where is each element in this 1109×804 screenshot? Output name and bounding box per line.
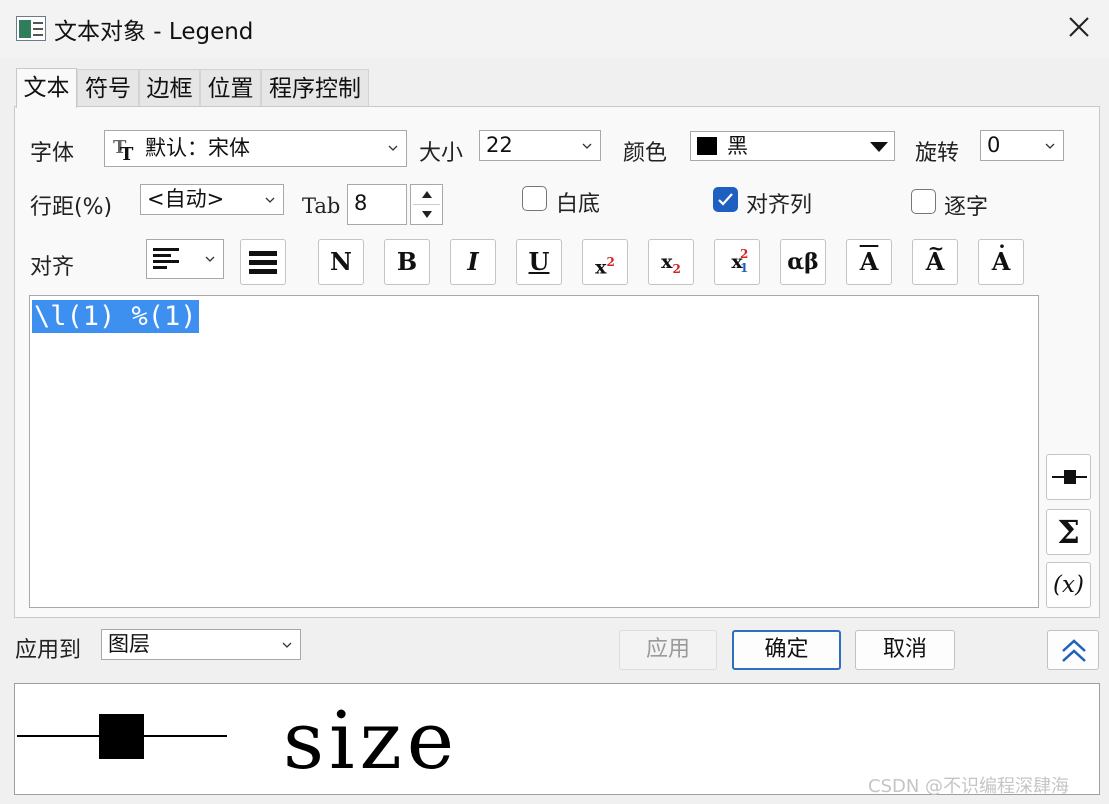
apply-to-value: 图层 — [108, 632, 150, 656]
align-columns-checkbox[interactable] — [713, 187, 738, 212]
size-label: 大小 — [419, 141, 464, 166]
chevron-down-icon — [582, 143, 592, 149]
line-symbol-icon — [1052, 470, 1087, 484]
chevron-down-icon — [282, 642, 292, 648]
white-bg-label: 白底 — [556, 192, 601, 217]
text-editor[interactable]: \l(1) %(1) — [29, 295, 1039, 608]
overline-a: A — [859, 247, 879, 276]
per-char-label: 逐字 — [944, 195, 989, 220]
subscript-digit: 2 — [672, 261, 681, 276]
spin-down-icon[interactable] — [422, 211, 432, 218]
tab-spinner[interactable] — [410, 184, 443, 225]
apply-to-select[interactable]: 图层 — [101, 629, 301, 660]
svg-text:T: T — [120, 144, 134, 161]
subscript-x: x — [661, 251, 673, 273]
checkmark-icon — [718, 193, 733, 206]
tab-width-label: Tab — [302, 194, 341, 218]
spin-up-icon[interactable] — [422, 191, 432, 198]
line-spacing-icon — [249, 251, 277, 274]
chevron-down-icon — [388, 145, 398, 151]
line-spacing-value: <自动> — [147, 187, 225, 211]
cancel-button[interactable]: 取消 — [855, 630, 955, 670]
color-swatch — [697, 137, 717, 155]
tab-width-input[interactable]: 8 — [347, 184, 407, 225]
dot-accent-button[interactable]: · A — [978, 234, 1024, 285]
chevron-down-icon — [205, 256, 215, 262]
dropdown-arrow-icon — [870, 142, 888, 152]
tilde-button[interactable]: ~ A — [912, 236, 958, 285]
superscript-digit: 2 — [606, 255, 615, 269]
collapse-button[interactable] — [1047, 630, 1099, 670]
truetype-font-icon: T T — [113, 137, 134, 161]
align-left-icon — [153, 248, 179, 269]
line-spacing-button[interactable] — [240, 239, 286, 285]
color-select[interactable]: 黑 — [690, 131, 895, 161]
double-chevron-up-icon — [1062, 639, 1086, 662]
underline-button[interactable]: U — [516, 239, 562, 285]
line-spacing-select[interactable]: <自动> — [140, 184, 284, 215]
tab-text[interactable]: 文本 — [16, 68, 77, 108]
supersub-sub: 1 — [740, 261, 749, 275]
font-label: 字体 — [30, 141, 75, 166]
tab-border[interactable]: 边框 — [139, 69, 200, 107]
tab-symbol[interactable]: 符号 — [77, 69, 139, 107]
title-bar: 文本对象 - Legend — [0, 0, 1109, 58]
overline-button[interactable]: A — [846, 239, 892, 285]
tab-position[interactable]: 位置 — [200, 69, 261, 107]
insert-symbol-button[interactable] — [1046, 454, 1091, 500]
line-spacing-label: 行距(%) — [30, 195, 113, 220]
rotate-select[interactable]: 0 — [980, 130, 1064, 161]
align-select[interactable] — [146, 239, 224, 279]
size-select[interactable]: 22 — [479, 130, 601, 161]
window-title: 文本对象 - Legend — [54, 19, 254, 45]
chevron-down-icon — [1045, 143, 1055, 149]
watermark: CSDN @不识编程深肆海 — [868, 776, 1070, 797]
normal-button[interactable]: N — [318, 239, 364, 285]
font-select[interactable]: T T 默认：宋体 — [104, 130, 407, 167]
app-icon — [16, 16, 46, 41]
tab-program-control[interactable]: 程序控制 — [261, 69, 369, 107]
dot-mark: · — [998, 234, 1006, 258]
white-bg-checkbox[interactable] — [522, 186, 547, 211]
subscript-button[interactable]: x2 — [648, 239, 694, 285]
greek-button[interactable]: αβ — [780, 239, 826, 285]
chevron-down-icon — [265, 197, 275, 203]
font-value: 默认：宋体 — [145, 136, 250, 160]
legend-line-symbol — [17, 714, 227, 759]
align-label: 对齐 — [30, 255, 75, 280]
superscript-x: x — [595, 256, 607, 279]
function-button[interactable]: (x) — [1046, 562, 1091, 608]
superscript-button[interactable]: x2 — [582, 239, 628, 285]
apply-button[interactable]: 应用 — [619, 630, 717, 670]
color-value: 黑 — [727, 134, 748, 158]
apply-to-label: 应用到 — [15, 638, 82, 663]
align-columns-label: 对齐列 — [746, 193, 813, 218]
color-label: 颜色 — [623, 141, 668, 166]
size-value: 22 — [486, 133, 513, 157]
ok-button[interactable]: 确定 — [732, 630, 841, 670]
rotate-label: 旋转 — [915, 141, 960, 166]
italic-button[interactable]: I — [450, 239, 496, 285]
bold-button[interactable]: B — [384, 239, 430, 285]
sigma-button[interactable]: Σ — [1046, 509, 1091, 555]
rotate-value: 0 — [987, 133, 1001, 157]
supersubscript-button[interactable]: x 2 1 — [714, 239, 760, 285]
selected-text[interactable]: \l(1) %(1) — [32, 300, 199, 333]
tab-width-value: 8 — [354, 191, 368, 215]
tilde-mark: ~ — [927, 236, 945, 260]
per-char-checkbox[interactable] — [911, 189, 936, 214]
preview-text: size — [283, 694, 460, 787]
close-icon[interactable] — [1062, 10, 1096, 44]
